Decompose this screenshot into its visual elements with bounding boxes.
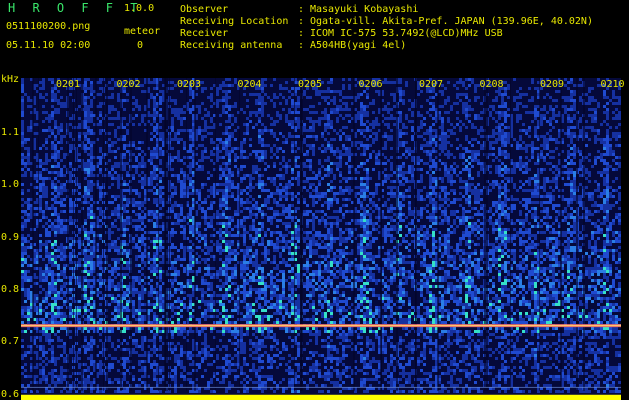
receiver-row: Receiver: ICOM IC-575 53.7492(@LCD)MHz US… — [180, 28, 503, 40]
time-tick-label: 0203 — [177, 79, 202, 90]
noise-gap — [239, 78, 240, 391]
noise-gap — [103, 78, 104, 391]
noise-gap — [194, 78, 196, 391]
receiver-value: ICOM IC-575 53.7492(@LCD)MHz USB — [310, 28, 503, 39]
y-tick-label: 0.8 — [1, 284, 20, 296]
location-key: Receiving Location — [180, 16, 289, 27]
app-title: H R O F F T — [8, 1, 143, 15]
antenna-row: Receiving antenna: A504HB(yagi 4el) — [180, 40, 406, 52]
noise-gap — [76, 78, 77, 391]
noise-gap — [165, 78, 167, 391]
carrier-core — [21, 325, 621, 327]
time-tick-label: 0202 — [116, 79, 141, 90]
noise-gap — [396, 78, 398, 391]
noise-gap — [186, 78, 187, 391]
time-tick-label: 0209 — [540, 79, 565, 90]
time-tick-label: 0205 — [298, 79, 323, 90]
noise-gap — [560, 78, 562, 391]
y-tick-label: 0.9 — [1, 231, 20, 243]
file-name: 0511100200.png — [6, 21, 91, 32]
noise-gap — [95, 78, 97, 391]
header-panel: H R O F F T 1.0.0 0511100200.png meteor … — [0, 0, 629, 78]
noise-gap — [353, 78, 355, 391]
noise-gap — [215, 78, 216, 391]
meteor-count: 0 — [137, 40, 144, 51]
noise-gap — [380, 78, 382, 391]
noise-gap — [294, 78, 295, 391]
noise-floor-band — [21, 394, 621, 400]
receiver-key: Receiver — [180, 28, 229, 39]
y-tick-label: 1.1 — [1, 126, 20, 138]
y-tick-label: 1.0 — [1, 179, 20, 191]
noise-gap — [167, 78, 168, 391]
noise-gap — [415, 78, 416, 391]
noise-gap — [158, 78, 159, 391]
location-row: Receiving Location: Ogata-vill. Akita-Pre… — [180, 16, 593, 28]
reference-line — [21, 386, 621, 388]
file-datetime: 05.11.10 02:00 — [6, 40, 91, 51]
y-tick-label: 0.7 — [1, 336, 20, 348]
noise-gap — [539, 78, 540, 391]
y-tick-label: 0.6 — [1, 388, 20, 400]
observer-row: Observer: Masayuki Kobayashi — [180, 4, 418, 16]
time-tick-label: 0208 — [479, 79, 504, 90]
noise-gap — [301, 78, 303, 391]
y-axis-unit: kHz — [1, 74, 20, 85]
observer-key: Observer — [180, 4, 229, 15]
meteor-label: meteor — [124, 26, 161, 37]
antenna-sep: : — [298, 40, 305, 51]
noise-gap — [510, 78, 511, 391]
noise-gap — [583, 78, 585, 391]
noise-gap — [106, 78, 108, 391]
observer-sep: : — [298, 4, 305, 15]
noise-gap — [146, 78, 148, 391]
noise-gap — [486, 78, 488, 391]
noise-gap — [73, 78, 74, 391]
antenna-value: A504HB(yagi 4el) — [310, 40, 407, 51]
location-sep: : — [298, 16, 305, 27]
time-tick-label: 0210 — [600, 79, 625, 90]
noise-gap — [169, 78, 170, 391]
noise-gap — [437, 78, 439, 391]
noise-gap — [130, 78, 132, 391]
antenna-key: Receiving antenna — [180, 40, 283, 51]
location-value: Ogata-vill. Akita-Pref. JAPAN (139.96E, … — [310, 16, 593, 27]
observer-value: Masayuki Kobayashi — [310, 4, 419, 15]
noise-gap — [576, 78, 578, 391]
app-version: 1.0.0 — [124, 3, 155, 14]
noise-gap — [32, 78, 34, 391]
receiver-sep: : — [298, 28, 305, 39]
time-tick-label: 0207 — [419, 79, 444, 90]
noise-gap — [67, 78, 69, 391]
noise-gap — [38, 78, 39, 391]
noise-gap — [81, 78, 83, 391]
noise-gap — [484, 78, 486, 391]
time-tick-label: 0206 — [358, 79, 383, 90]
time-tick-label: 0204 — [237, 79, 262, 90]
time-tick-label: 0201 — [56, 79, 81, 90]
spectrogram-plot — [21, 78, 621, 400]
noise-gap — [120, 78, 122, 391]
